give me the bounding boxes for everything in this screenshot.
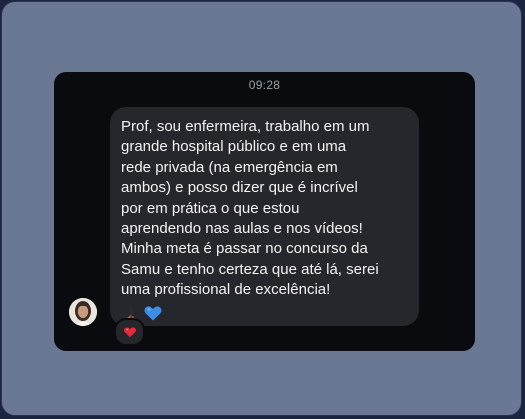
- sender-avatar[interactable]: [69, 298, 97, 326]
- screenshot-frame: 09:28 Prof, sou enfermeira, trabalho em …: [1, 1, 522, 416]
- blue-heart-icon: [144, 305, 162, 321]
- message-line: Samu e tenho certeza que até lá, serei: [121, 260, 379, 278]
- avatar-photo-icon: [69, 298, 97, 326]
- red-heart-icon: [123, 327, 136, 338]
- message-line: uma profissional de excelência!: [121, 281, 331, 299]
- message-line: aprendendo nas aulas e nos vídeos!: [121, 220, 363, 238]
- message-line: rede privada (na emergência em: [121, 158, 338, 176]
- message-line: Prof, sou enfermeira, trabalho em um: [121, 118, 370, 135]
- message-line: Minha meta é passar no concurso da: [121, 240, 368, 258]
- message-line: por em prática o que estou: [121, 199, 300, 217]
- message-timestamp: 09:28: [248, 78, 281, 92]
- message-line: grande hospital público e em uma: [121, 138, 347, 156]
- message-line: ambos) e posso dizer que é incrível: [121, 179, 358, 197]
- message-text: Prof, sou enfermeira, trabalho em um gra…: [121, 117, 409, 301]
- message-bubble[interactable]: Prof, sou enfermeira, trabalho em um gra…: [110, 107, 419, 326]
- message-emojis: [121, 302, 409, 324]
- chat-window: 09:28 Prof, sou enfermeira, trabalho em …: [54, 72, 475, 351]
- message-reaction[interactable]: [114, 318, 145, 346]
